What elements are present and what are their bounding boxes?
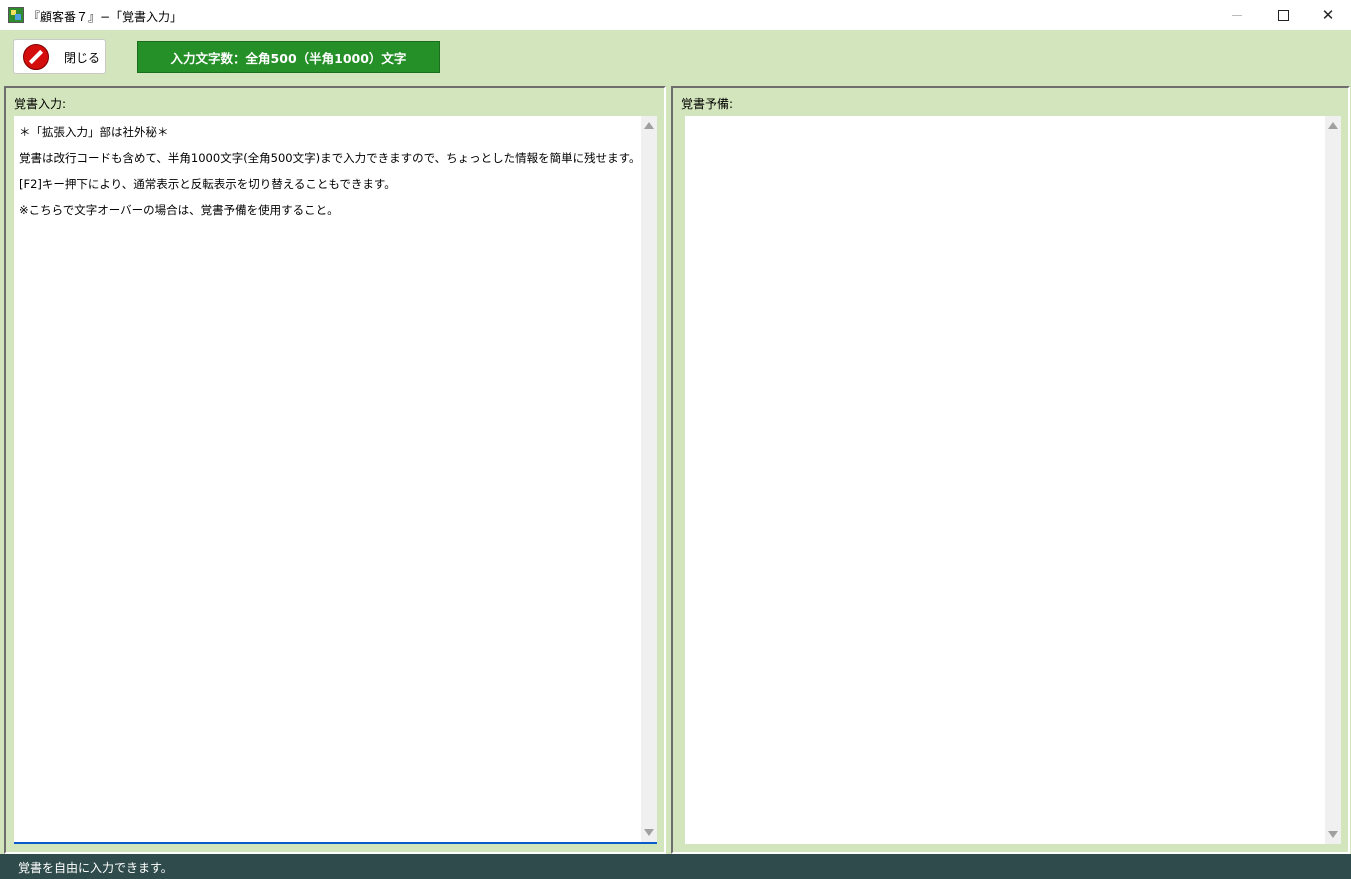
memo-reserve-panel: 覚書予備:: [671, 86, 1350, 854]
prohibited-icon: [23, 44, 49, 70]
window-title: 『顧客番７』−「覚書入力」: [28, 10, 183, 24]
memo-input-text: ＊「拡張入力」部は社外秘＊ 覚書は改行コードも含めて、半角1000文字(全角50…: [19, 119, 641, 223]
status-text: 覚書を自由に入力できます。: [18, 861, 173, 875]
close-button[interactable]: 閉じる: [13, 39, 106, 74]
window-close-button[interactable]: ✕: [1305, 0, 1351, 30]
scroll-down-arrow-icon[interactable]: [644, 829, 654, 836]
char-limit-label: 入力文字数：全角500（半角1000）文字: [137, 41, 440, 73]
memo-line: [F2]キー押下により、通常表示と反転表示を切り替えることもできます。: [19, 177, 396, 191]
scroll-up-arrow-icon[interactable]: [1328, 122, 1338, 129]
scroll-down-arrow-icon[interactable]: [1328, 831, 1338, 838]
memo-input-textarea[interactable]: ＊「拡張入力」部は社外秘＊ 覚書は改行コードも含めて、半角1000文字(全角50…: [14, 116, 657, 844]
memo-reserve-label: 覚書予備:: [681, 97, 734, 111]
close-button-label: 閉じる: [64, 51, 101, 65]
memo-input-panel: 覚書入力: ＊「拡張入力」部は社外秘＊ 覚書は改行コードも含めて、半角1000文…: [4, 86, 666, 854]
memo-reserve-scrollbar[interactable]: [1325, 116, 1341, 844]
status-bar: 覚書を自由に入力できます。: [0, 854, 1351, 879]
memo-reserve-textarea[interactable]: [685, 116, 1341, 844]
memo-input-label: 覚書入力:: [14, 97, 67, 111]
minimize-icon: [1232, 14, 1242, 16]
maximize-button[interactable]: [1260, 0, 1306, 30]
minimize-button[interactable]: [1214, 0, 1260, 30]
memo-line: ※こちらで文字オーバーの場合は、覚書予備を使用すること。: [19, 203, 339, 217]
memo-line: 覚書は改行コードも含めて、半角1000文字(全角500文字)まで入力できますので…: [19, 151, 641, 165]
maximize-icon: [1277, 9, 1289, 21]
title-bar: 『顧客番７』−「覚書入力」 ✕: [0, 0, 1351, 30]
scroll-up-arrow-icon[interactable]: [644, 122, 654, 129]
toolbar: 閉じる 入力文字数：全角500（半角1000）文字: [0, 30, 1351, 86]
close-icon: ✕: [1321, 5, 1335, 24]
app-icon: [8, 7, 24, 23]
memo-line: ＊「拡張入力」部は社外秘＊: [19, 125, 169, 139]
memo-input-scrollbar[interactable]: [641, 116, 657, 842]
